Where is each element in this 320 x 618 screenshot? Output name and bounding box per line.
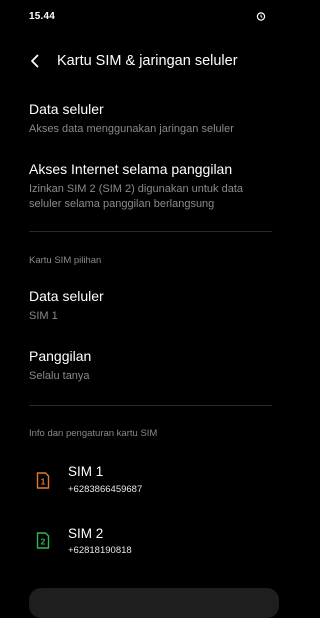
preferred-data-row[interactable]: Data seluler SIM 1 [0, 284, 272, 330]
internet-during-calls-subtitle-2: seluler selama panggilan berlangsung [29, 198, 215, 210]
internet-during-calls-row[interactable]: Akses Internet selama panggilan Izinkan … [0, 156, 272, 222]
alarm-clock-icon [256, 12, 266, 21]
sim-card-2-icon: 2 [36, 532, 50, 549]
mobile-data-row[interactable]: Data seluler Akses data menggunakan jari… [0, 96, 272, 144]
mobile-data-title: Data seluler [29, 101, 104, 117]
divider [29, 405, 272, 406]
preferred-calls-title: Panggilan [29, 348, 92, 364]
status-time: 15.44 [29, 11, 56, 22]
preferred-data-value: SIM 1 [29, 310, 58, 322]
sim-info-section-label: Info dan pengaturan kartu SIM [29, 428, 158, 439]
internet-during-calls-title: Akses Internet selama panggilan [29, 161, 233, 177]
preferred-calls-row[interactable]: Panggilan Selalu tanya [0, 344, 272, 390]
status-bar: 15.44 [0, 0, 272, 36]
sim-1-number: +6283866459687 [68, 484, 143, 495]
app-header: Kartu SIM & jaringan seluler [0, 44, 272, 80]
page-title: Kartu SIM & jaringan seluler [57, 53, 238, 69]
back-arrow-icon [31, 54, 39, 68]
preferred-calls-value: Selalu tanya [29, 370, 90, 382]
sim-1-name: SIM 1 [68, 464, 104, 479]
sim-card-1-badge: 1 [41, 476, 46, 486]
bottom-card[interactable] [29, 588, 279, 618]
sim-card-2-badge: 2 [41, 536, 46, 546]
sim-card-1-icon: 1 [36, 472, 50, 489]
back-button[interactable] [24, 50, 46, 72]
preferred-sim-section-label: Kartu SIM pilihan [29, 255, 102, 266]
sim-2-row[interactable]: 2 SIM 2 +62818190818 [0, 522, 272, 566]
mobile-data-subtitle: Akses data menggunakan jaringan seluler [29, 123, 234, 135]
preferred-data-title: Data seluler [29, 288, 104, 304]
sim-2-name: SIM 2 [68, 526, 104, 541]
internet-during-calls-subtitle-1: Izinkan SIM 2 (SIM 2) digunakan untuk da… [29, 183, 244, 195]
divider [29, 231, 272, 232]
sim-2-number: +62818190818 [68, 545, 132, 556]
sim-1-row[interactable]: 1 SIM 1 +6283866459687 [0, 460, 272, 504]
